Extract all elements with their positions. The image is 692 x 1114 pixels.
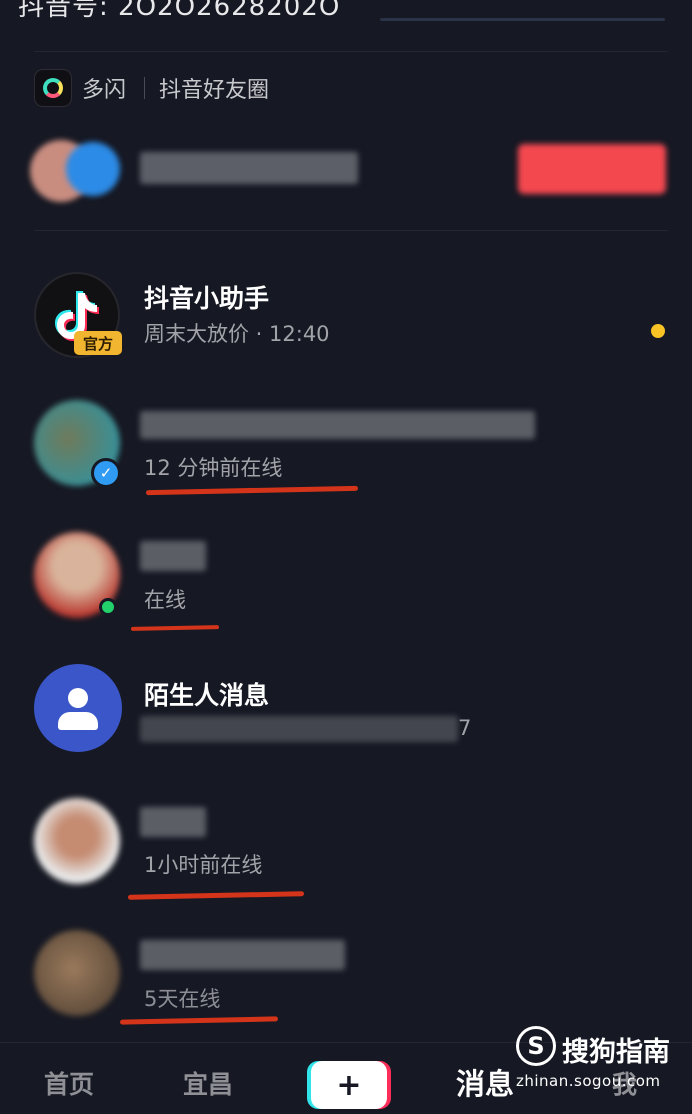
online-status: 5天在线 — [144, 987, 221, 1011]
official-badge: 官方 — [74, 331, 122, 355]
shortcut-row: 多闪 抖音好友圈 — [34, 68, 269, 108]
follow-button[interactable] — [518, 144, 666, 194]
online-dot — [99, 598, 117, 616]
publish-plus-button[interactable]: + — [311, 1061, 387, 1109]
top-progress-line — [380, 18, 665, 21]
blurred-name — [140, 940, 345, 970]
watermark-text: 搜狗指南 — [562, 1037, 670, 1068]
red-annotation-underline — [127, 891, 305, 900]
red-annotation-underline — [119, 1016, 279, 1025]
blurred-preview — [140, 716, 458, 742]
top-strip: 抖音号: 2O2O2628202O — [0, 0, 692, 26]
preview-trailing: 7 — [458, 716, 472, 740]
sogou-logo-icon: S — [516, 1026, 556, 1066]
online-status: 在线 — [144, 588, 186, 612]
blurred-name — [140, 152, 358, 184]
verified-check-icon: ✓ — [91, 458, 121, 488]
avatar — [34, 930, 120, 1016]
divider — [34, 51, 668, 52]
red-annotation-underline — [145, 485, 359, 496]
sogou-watermark: S 搜狗指南 zhinan.sogou.com — [516, 1026, 686, 1096]
duoshan-icon[interactable] — [34, 69, 72, 107]
message-subtitle: 周末大放价 · 12:40 — [144, 322, 330, 346]
online-status: 12 分钟前在线 — [144, 456, 283, 480]
douyin-id: 抖音号: 2O2O2628202O — [18, 0, 341, 22]
nav-city[interactable]: 宜昌 — [183, 1065, 233, 1101]
message-name: 陌生人消息 — [144, 681, 270, 710]
nav-messages[interactable]: 消息 — [456, 1061, 514, 1103]
blurred-name — [140, 411, 535, 439]
friend-circle-link[interactable]: 抖音好友圈 — [159, 72, 269, 104]
divider — [34, 230, 668, 231]
duoshan-link[interactable]: 多闪 — [82, 72, 126, 104]
avatar — [34, 798, 120, 884]
watermark-url: zhinan.sogou.com — [516, 1072, 661, 1090]
avatar-secondary — [66, 142, 120, 196]
blurred-name — [140, 807, 206, 837]
shortcut-separator — [144, 77, 146, 99]
message-name: 抖音小助手 — [144, 284, 270, 313]
online-status: 1小时前在线 — [144, 853, 263, 877]
red-annotation-underline — [130, 625, 220, 631]
stranger-user-icon — [34, 664, 122, 752]
nav-home[interactable]: 首页 — [44, 1065, 94, 1101]
blurred-name — [140, 541, 206, 571]
unread-dot — [651, 324, 665, 338]
